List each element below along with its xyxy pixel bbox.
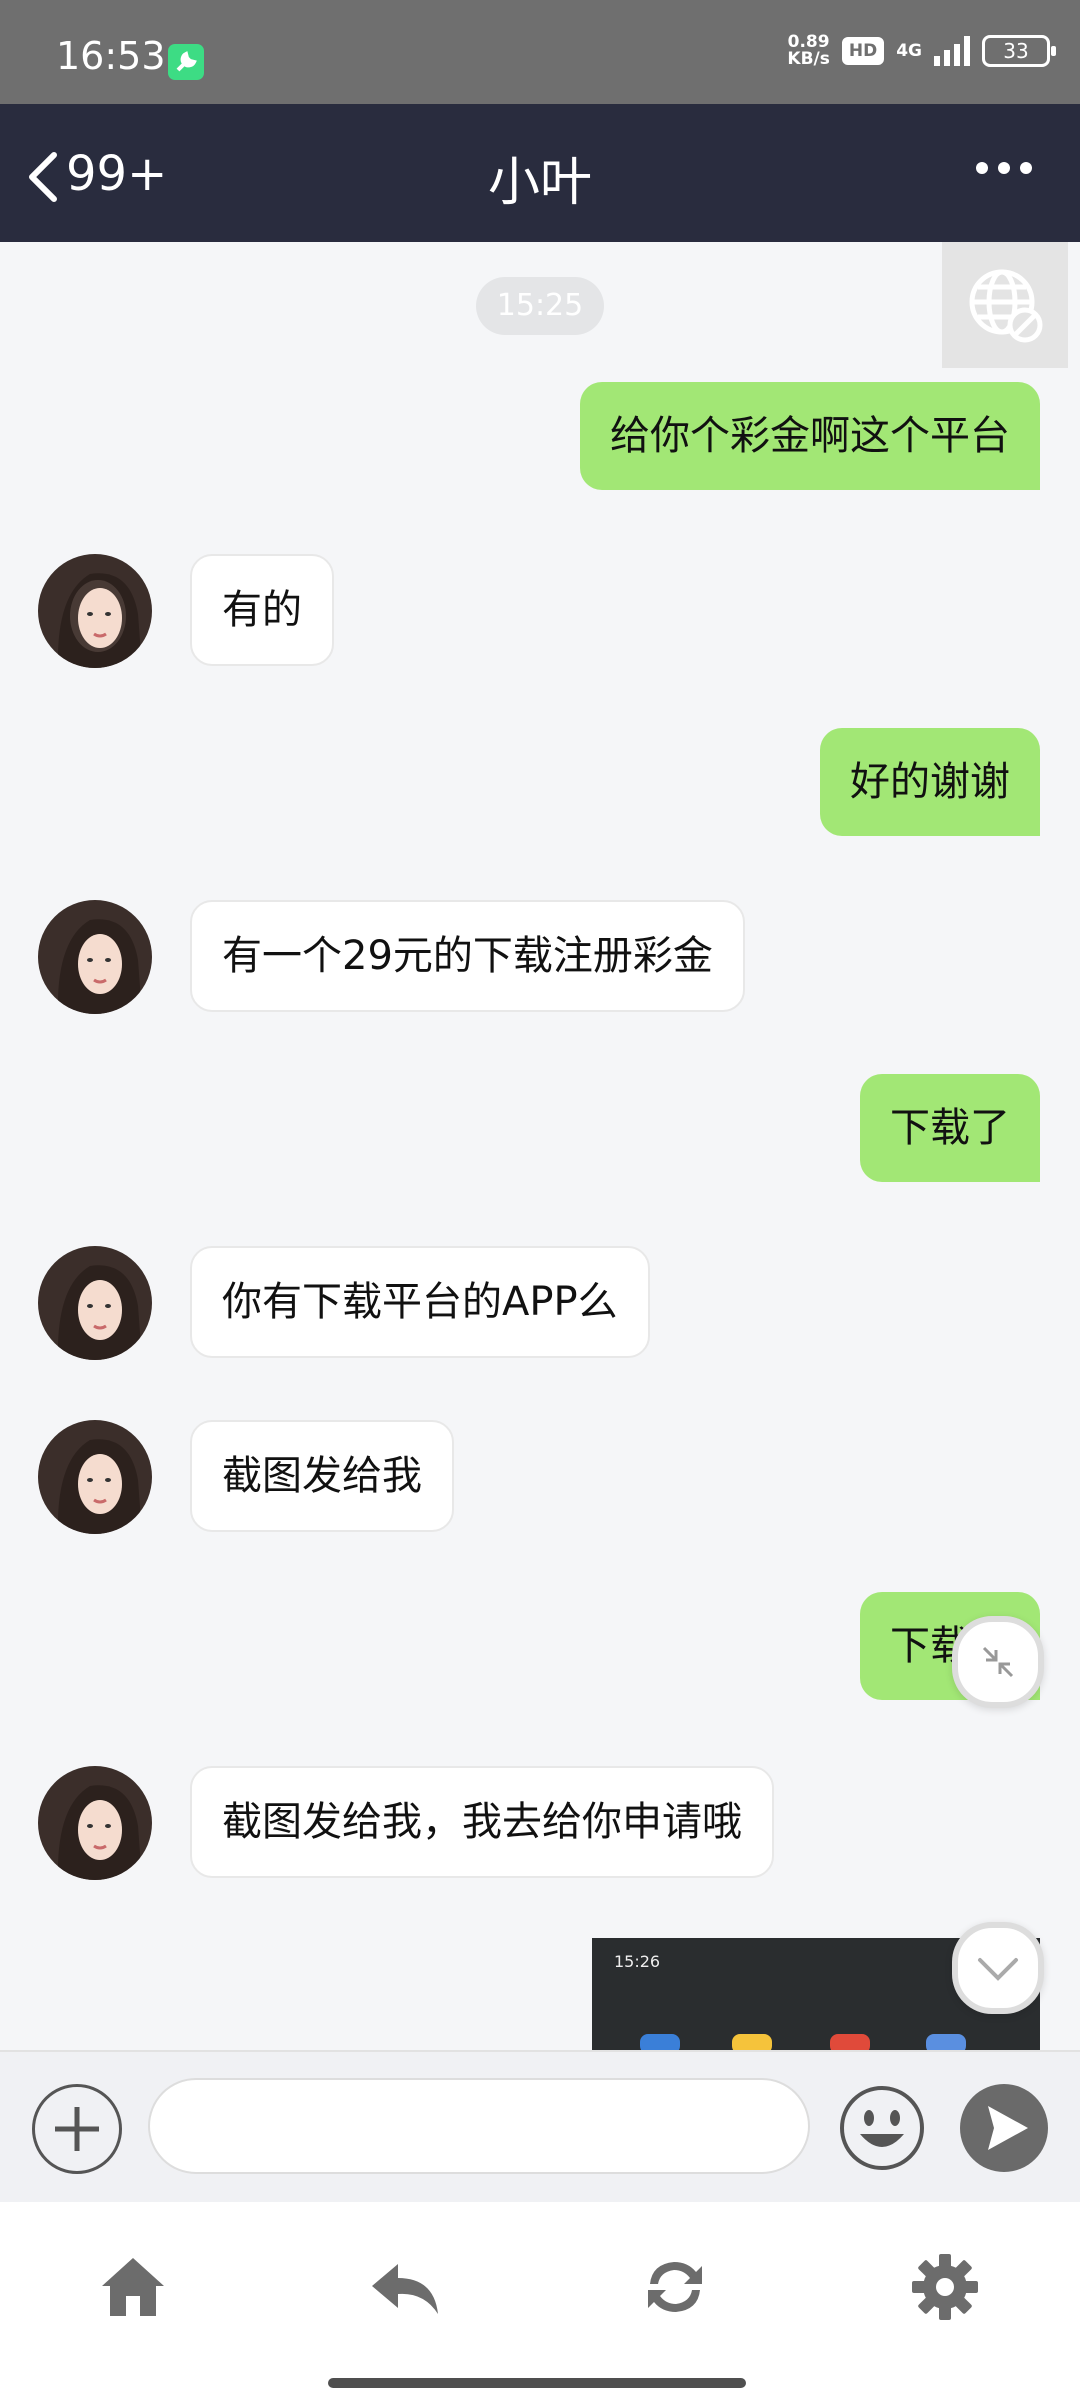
refresh-icon	[648, 2262, 702, 2312]
contact-avatar[interactable]	[38, 1766, 152, 1880]
message-bubble-incoming[interactable]: 有一个29元的下载注册彩金	[190, 900, 745, 1012]
status-right: 0.89 KB/s HD 4G 33	[787, 34, 1056, 68]
home-indicator[interactable]	[328, 2378, 746, 2388]
home-button[interactable]	[96, 2250, 170, 2324]
send-icon	[988, 2106, 1028, 2150]
speed-unit: KB/s	[787, 49, 830, 69]
signal-icon	[934, 36, 970, 66]
collapse-float-button[interactable]	[952, 1616, 1044, 1708]
hd-badge: HD	[841, 37, 885, 65]
message-bubble-outgoing[interactable]: 好的谢谢	[820, 728, 1040, 836]
home-icon	[102, 2258, 164, 2316]
more-dots-icon[interactable]	[976, 162, 1032, 174]
battery-level: 33	[1003, 39, 1029, 63]
network-speed: 0.89 KB/s	[787, 34, 829, 68]
chat-header: 99+ 小叶	[0, 104, 1080, 242]
network-type: 4G	[896, 41, 922, 61]
smiley-icon	[840, 2086, 924, 2170]
scroll-down-button[interactable]	[952, 1922, 1044, 2014]
input-bar	[0, 2050, 1080, 2204]
collapse-icon	[982, 1646, 1014, 1678]
refresh-button[interactable]	[638, 2250, 712, 2324]
contact-avatar[interactable]	[38, 554, 152, 668]
contact-avatar[interactable]	[38, 900, 152, 1014]
contact-avatar[interactable]	[38, 1246, 152, 1360]
message-bubble-outgoing[interactable]: 给你个彩金啊这个平台	[580, 382, 1040, 490]
globe-icon	[969, 269, 1043, 343]
gear-icon	[912, 2254, 978, 2320]
app-notification-icon	[168, 44, 204, 80]
message-bubble-incoming[interactable]: 截图发给我	[190, 1420, 454, 1532]
bottom-navigation	[0, 2202, 1080, 2400]
chevron-down-icon	[978, 1958, 1018, 1981]
message-bubble-outgoing[interactable]: 下载了	[860, 1074, 1040, 1182]
contact-avatar[interactable]	[38, 1420, 152, 1534]
plus-icon	[55, 2107, 99, 2151]
emoji-button[interactable]	[838, 2084, 926, 2172]
translate-button[interactable]	[942, 242, 1068, 368]
message-bubble-incoming[interactable]: 你有下载平台的APP么	[190, 1246, 650, 1358]
status-bar: 16:53 0.89 KB/s HD 4G 33	[0, 0, 1080, 104]
add-attachment-button[interactable]	[32, 2084, 122, 2174]
settings-button[interactable]	[908, 2250, 982, 2324]
battery-icon: 33	[982, 35, 1056, 67]
time-divider: 15:25	[476, 277, 604, 335]
message-input[interactable]	[148, 2078, 810, 2174]
reply-button[interactable]	[368, 2250, 442, 2324]
message-bubble-incoming[interactable]: 截图发给我，我去给你申请哦	[190, 1766, 774, 1878]
status-time: 16:53	[56, 34, 166, 78]
message-bubble-incoming[interactable]: 有的	[190, 554, 334, 666]
send-button[interactable]	[960, 2084, 1048, 2172]
chat-title: 小叶	[487, 153, 592, 213]
reply-icon	[372, 2264, 438, 2314]
